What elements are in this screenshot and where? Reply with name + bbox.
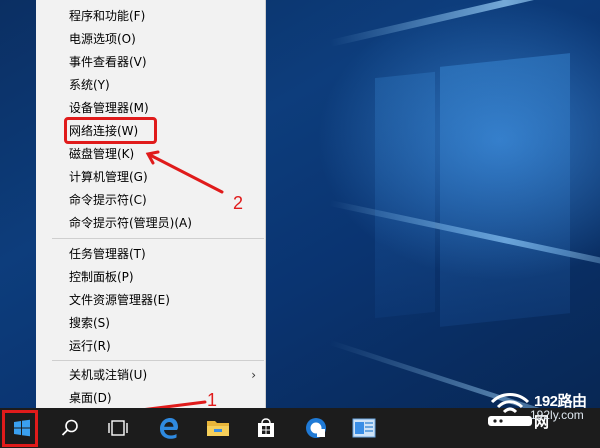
annotation-step-2: 2 — [233, 193, 244, 213]
annotation-highlight-start — [2, 410, 38, 447]
app-icon-2 — [352, 418, 376, 438]
file-explorer-icon — [207, 421, 229, 436]
menu-item-disk-management[interactable]: 磁盘管理(K) — [36, 143, 266, 165]
edge-browser-button[interactable] — [146, 408, 190, 448]
menu-item-task-manager[interactable]: 任务管理器(T) — [36, 243, 266, 265]
light-beam — [329, 0, 600, 47]
menu-separator — [52, 360, 264, 361]
edge-icon — [160, 418, 178, 439]
menu-item-command-prompt[interactable]: 命令提示符(C) — [36, 189, 266, 211]
menu-item-file-explorer[interactable]: 文件资源管理器(E) — [36, 289, 266, 311]
power-user-menu: 程序和功能(F) 电源选项(O) 事件查看器(V) 系统(Y) 设备管理器(M)… — [36, 0, 266, 408]
menu-item-control-panel[interactable]: 控制面板(P) — [36, 266, 266, 288]
menu-item-event-viewer[interactable]: 事件查看器(V) — [36, 51, 266, 73]
menu-item-search[interactable]: 搜索(S) — [36, 312, 266, 334]
menu-item-computer-management[interactable]: 计算机管理(G) — [36, 166, 266, 188]
menu-separator — [52, 238, 264, 239]
window-logo-pane — [440, 53, 570, 327]
file-explorer-button[interactable] — [196, 408, 240, 448]
menu-item-run[interactable]: 运行(R) — [36, 335, 266, 357]
store-icon — [258, 418, 274, 437]
window-logo-pane — [375, 71, 435, 319]
app-button[interactable] — [294, 408, 338, 448]
menu-item-shutdown-signout[interactable]: 关机或注销(U) › — [36, 364, 266, 386]
app-button-2[interactable] — [342, 408, 386, 448]
search-button[interactable] — [48, 408, 92, 448]
search-icon — [61, 419, 78, 436]
chevron-right-icon: › — [251, 368, 256, 382]
watermark: 192路由网 192ly.com — [486, 384, 598, 440]
annotation-highlight-network — [64, 117, 157, 144]
menu-item-programs-features[interactable]: 程序和功能(F) — [36, 5, 266, 27]
store-button[interactable] — [244, 408, 288, 448]
menu-item-device-manager[interactable]: 设备管理器(M) — [36, 97, 266, 119]
task-view-button[interactable] — [96, 408, 140, 448]
app-icon — [306, 418, 326, 438]
watermark-url: 192ly.com — [530, 408, 584, 422]
menu-item-system[interactable]: 系统(Y) — [36, 74, 266, 96]
menu-item-power-options[interactable]: 电源选项(O) — [36, 28, 266, 50]
wifi-router-icon — [488, 393, 532, 426]
task-view-icon — [108, 420, 128, 436]
menu-item-command-prompt-admin[interactable]: 命令提示符(管理员)(A) — [36, 212, 266, 234]
menu-item-desktop[interactable]: 桌面(D) — [36, 387, 266, 409]
